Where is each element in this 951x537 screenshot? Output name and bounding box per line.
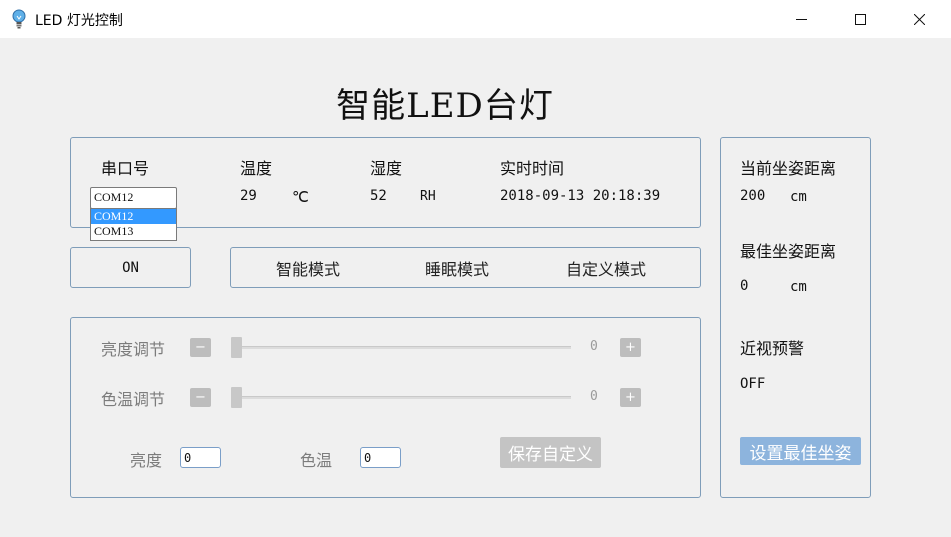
page-title: 智能LED台灯 <box>336 86 554 126</box>
close-button[interactable] <box>896 0 942 38</box>
dropdown-option-com12[interactable]: COM12 <box>91 209 176 224</box>
temperature-unit: ℃ <box>292 188 309 206</box>
window-title: LED 灯光控制 <box>35 13 123 29</box>
minimize-button[interactable] <box>778 0 824 38</box>
humidity-unit: RH <box>420 189 436 204</box>
minimize-icon <box>795 18 807 20</box>
humidity-label: 湿度 <box>370 159 403 178</box>
best-distance-label: 最佳坐姿距离 <box>740 242 837 261</box>
serial-port-dropdown: COM12 COM13 <box>90 208 177 241</box>
smart-mode-button[interactable]: 智能模式 <box>276 256 340 280</box>
colortemp-increase-button[interactable]: + <box>620 388 641 407</box>
serial-port-select[interactable]: COM12 <box>90 187 177 209</box>
serial-port-label: 串口号 <box>101 159 150 178</box>
custom-mode-button[interactable]: 自定义模式 <box>566 256 646 280</box>
temperature-label: 温度 <box>240 159 273 178</box>
colortemp-slider-value: 0 <box>590 389 598 404</box>
realtime-value: 2018-09-13 20:18:39 <box>500 188 661 204</box>
best-distance-value: 0 <box>740 278 749 294</box>
current-distance-value: 200 <box>740 188 766 204</box>
brightness-increase-button[interactable]: + <box>620 338 641 357</box>
brightness-adjust-label: 亮度调节 <box>101 340 166 359</box>
colortemp-adjust-label: 色温调节 <box>101 390 166 409</box>
brightness-decrease-button[interactable]: − <box>190 338 211 357</box>
brightness-slider[interactable] <box>231 346 571 349</box>
colortemp-input-label: 色温 <box>300 451 333 470</box>
temperature-value: 29 <box>240 188 257 204</box>
colortemp-slider[interactable] <box>231 396 571 399</box>
colortemp-decrease-button[interactable]: − <box>190 388 211 407</box>
maximize-icon <box>854 13 866 25</box>
colortemp-input[interactable]: 0 <box>360 447 401 468</box>
best-distance-unit: cm <box>790 279 807 295</box>
save-custom-button[interactable]: 保存自定义 <box>500 437 601 468</box>
brightness-slider-thumb[interactable] <box>231 337 242 358</box>
dropdown-option-com13[interactable]: COM13 <box>91 224 176 239</box>
realtime-label: 实时时间 <box>500 159 565 178</box>
sleep-mode-button[interactable]: 睡眠模式 <box>425 256 489 280</box>
brightness-input[interactable]: 0 <box>180 447 221 468</box>
myopia-warning-value: OFF <box>740 376 766 392</box>
current-distance-label: 当前坐姿距离 <box>740 159 837 178</box>
close-icon <box>913 13 925 25</box>
maximize-button[interactable] <box>837 0 883 38</box>
set-best-posture-button[interactable]: 设置最佳坐姿 <box>740 437 861 465</box>
brightness-input-label: 亮度 <box>130 451 163 470</box>
lightbulb-icon <box>12 9 26 29</box>
title-bar: LED 灯光控制 <box>0 0 951 38</box>
colortemp-slider-thumb[interactable] <box>231 387 242 408</box>
brightness-slider-value: 0 <box>590 339 598 354</box>
humidity-value: 52 <box>370 188 387 204</box>
current-distance-unit: cm <box>790 189 807 205</box>
myopia-warning-label: 近视预警 <box>740 339 805 358</box>
power-button[interactable]: ON <box>70 247 191 288</box>
